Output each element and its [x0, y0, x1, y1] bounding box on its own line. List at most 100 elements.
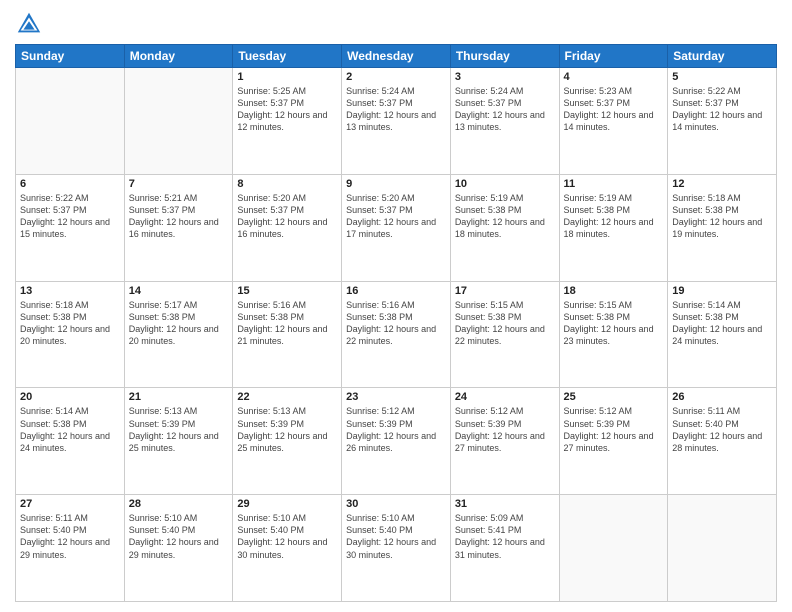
col-sunday: Sunday — [16, 45, 125, 68]
day-cell: 28 Sunrise: 5:10 AMSunset: 5:40 PMDayligh… — [124, 495, 233, 602]
day-cell: 9Sunrise: 5:20 AMSunset: 5:37 PMDaylight… — [342, 174, 451, 281]
day-info: Sunrise: 5:22 AMSunset: 5:37 PMDaylight:… — [20, 192, 120, 241]
day-info: Sunrise: 5:24 AMSunset: 5:37 PMDaylight:… — [346, 85, 446, 134]
day-number: 31 — [455, 498, 555, 510]
day-cell — [16, 68, 125, 175]
col-saturday: Saturday — [668, 45, 777, 68]
day-cell: 13 Sunrise: 5:18 AMSunset: 5:38 PMDayligh… — [16, 281, 125, 388]
day-number: 15 — [237, 285, 337, 297]
col-wednesday: Wednesday — [342, 45, 451, 68]
day-info: Sunrise: 5:14 AMSunset: 5:38 PMDaylight:… — [672, 299, 772, 348]
col-tuesday: Tuesday — [233, 45, 342, 68]
day-info: Sunrise: 5:16 AMSunset: 5:38 PMDaylight:… — [346, 299, 446, 348]
day-cell — [668, 495, 777, 602]
col-thursday: Thursday — [450, 45, 559, 68]
day-cell: 18 Sunrise: 5:15 AMSunset: 5:38 PMDayligh… — [559, 281, 668, 388]
day-cell: 24Sunrise: 5:12 AMSunset: 5:39 PMDayligh… — [450, 388, 559, 495]
day-number: 18 — [564, 285, 664, 297]
day-cell: 1Sunrise: 5:25 AMSunset: 5:37 PMDaylight… — [233, 68, 342, 175]
logo-icon — [15, 10, 43, 38]
day-info: Sunrise: 5:10 AMSunset: 5:40 PMDaylight:… — [129, 512, 229, 561]
day-cell: 21 Sunrise: 5:13 AMSunset: 5:39 PMDayligh… — [124, 388, 233, 495]
page: Sunday Monday Tuesday Wednesday Thursday… — [0, 0, 792, 612]
day-info: Sunrise: 5:15 AMSunset: 5:38 PMDaylight:… — [455, 299, 555, 348]
day-cell: 5Sunrise: 5:22 AMSunset: 5:37 PMDaylight… — [668, 68, 777, 175]
day-number: 16 — [346, 285, 446, 297]
day-number: 4 — [564, 71, 664, 83]
day-cell: 10Sunrise: 5:19 AMSunset: 5:38 PMDayligh… — [450, 174, 559, 281]
day-number: 20 — [20, 391, 120, 403]
day-info: Sunrise: 5:16 AMSunset: 5:38 PMDaylight:… — [237, 299, 337, 348]
week-row-1: 1Sunrise: 5:25 AMSunset: 5:37 PMDaylight… — [16, 68, 777, 175]
day-number: 3 — [455, 71, 555, 83]
day-info: Sunrise: 5:14 AMSunset: 5:38 PMDaylight:… — [20, 405, 120, 454]
col-friday: Friday — [559, 45, 668, 68]
day-cell: 15 Sunrise: 5:16 AMSunset: 5:38 PMDayligh… — [233, 281, 342, 388]
week-row-3: 13 Sunrise: 5:18 AMSunset: 5:38 PMDayligh… — [16, 281, 777, 388]
day-info: Sunrise: 5:20 AMSunset: 5:37 PMDaylight:… — [237, 192, 337, 241]
day-number: 23 — [346, 391, 446, 403]
day-info: Sunrise: 5:12 AMSunset: 5:39 PMDaylight:… — [564, 405, 664, 454]
day-cell: 11 Sunrise: 5:19 AMSunset: 5:38 PMDayligh… — [559, 174, 668, 281]
day-info: Sunrise: 5:15 AMSunset: 5:38 PMDaylight:… — [564, 299, 664, 348]
day-cell: 8 Sunrise: 5:20 AMSunset: 5:37 PMDaylight… — [233, 174, 342, 281]
day-cell: 2Sunrise: 5:24 AMSunset: 5:37 PMDaylight… — [342, 68, 451, 175]
day-info: Sunrise: 5:11 AMSunset: 5:40 PMDaylight:… — [672, 405, 772, 454]
day-number: 7 — [129, 178, 229, 190]
day-cell: 25 Sunrise: 5:12 AMSunset: 5:39 PMDayligh… — [559, 388, 668, 495]
day-cell: 16 Sunrise: 5:16 AMSunset: 5:38 PMDayligh… — [342, 281, 451, 388]
day-cell: 31 Sunrise: 5:09 AMSunset: 5:41 PMDayligh… — [450, 495, 559, 602]
day-info: Sunrise: 5:17 AMSunset: 5:38 PMDaylight:… — [129, 299, 229, 348]
day-cell — [124, 68, 233, 175]
day-number: 5 — [672, 71, 772, 83]
day-cell: 29 Sunrise: 5:10 AMSunset: 5:40 PMDayligh… — [233, 495, 342, 602]
day-number: 22 — [237, 391, 337, 403]
day-info: Sunrise: 5:13 AMSunset: 5:39 PMDaylight:… — [129, 405, 229, 454]
day-cell: 23Sunrise: 5:12 AMSunset: 5:39 PMDayligh… — [342, 388, 451, 495]
day-number: 19 — [672, 285, 772, 297]
week-row-5: 27Sunrise: 5:11 AMSunset: 5:40 PMDayligh… — [16, 495, 777, 602]
day-cell: 30 Sunrise: 5:10 AMSunset: 5:40 PMDayligh… — [342, 495, 451, 602]
day-info: Sunrise: 5:10 AMSunset: 5:40 PMDaylight:… — [346, 512, 446, 561]
day-info: Sunrise: 5:09 AMSunset: 5:41 PMDaylight:… — [455, 512, 555, 561]
day-cell: 7 Sunrise: 5:21 AMSunset: 5:37 PMDaylight… — [124, 174, 233, 281]
calendar-table: Sunday Monday Tuesday Wednesday Thursday… — [15, 44, 777, 602]
day-info: Sunrise: 5:24 AMSunset: 5:37 PMDaylight:… — [455, 85, 555, 134]
day-number: 1 — [237, 71, 337, 83]
day-info: Sunrise: 5:19 AMSunset: 5:38 PMDaylight:… — [455, 192, 555, 241]
day-number: 8 — [237, 178, 337, 190]
day-number: 30 — [346, 498, 446, 510]
logo — [15, 10, 47, 38]
day-info: Sunrise: 5:19 AMSunset: 5:38 PMDaylight:… — [564, 192, 664, 241]
day-info: Sunrise: 5:12 AMSunset: 5:39 PMDaylight:… — [455, 405, 555, 454]
day-number: 9 — [346, 178, 446, 190]
week-row-2: 6Sunrise: 5:22 AMSunset: 5:37 PMDaylight… — [16, 174, 777, 281]
day-cell — [559, 495, 668, 602]
week-row-4: 20 Sunrise: 5:14 AMSunset: 5:38 PMDayligh… — [16, 388, 777, 495]
day-info: Sunrise: 5:10 AMSunset: 5:40 PMDaylight:… — [237, 512, 337, 561]
day-number: 12 — [672, 178, 772, 190]
day-cell: 12Sunrise: 5:18 AMSunset: 5:38 PMDayligh… — [668, 174, 777, 281]
day-number: 17 — [455, 285, 555, 297]
day-info: Sunrise: 5:21 AMSunset: 5:37 PMDaylight:… — [129, 192, 229, 241]
day-cell: 22 Sunrise: 5:13 AMSunset: 5:39 PMDayligh… — [233, 388, 342, 495]
day-number: 13 — [20, 285, 120, 297]
day-number: 21 — [129, 391, 229, 403]
day-cell: 27Sunrise: 5:11 AMSunset: 5:40 PMDayligh… — [16, 495, 125, 602]
day-info: Sunrise: 5:18 AMSunset: 5:38 PMDaylight:… — [20, 299, 120, 348]
calendar-header-row: Sunday Monday Tuesday Wednesday Thursday… — [16, 45, 777, 68]
day-number: 25 — [564, 391, 664, 403]
day-info: Sunrise: 5:11 AMSunset: 5:40 PMDaylight:… — [20, 512, 120, 561]
day-number: 29 — [237, 498, 337, 510]
day-number: 28 — [129, 498, 229, 510]
day-cell: 19 Sunrise: 5:14 AMSunset: 5:38 PMDayligh… — [668, 281, 777, 388]
day-cell: 6Sunrise: 5:22 AMSunset: 5:37 PMDaylight… — [16, 174, 125, 281]
day-cell: 14Sunrise: 5:17 AMSunset: 5:38 PMDayligh… — [124, 281, 233, 388]
day-cell: 26 Sunrise: 5:11 AMSunset: 5:40 PMDayligh… — [668, 388, 777, 495]
day-number: 11 — [564, 178, 664, 190]
day-info: Sunrise: 5:13 AMSunset: 5:39 PMDaylight:… — [237, 405, 337, 454]
day-number: 26 — [672, 391, 772, 403]
day-cell: 4 Sunrise: 5:23 AMSunset: 5:37 PMDaylight… — [559, 68, 668, 175]
day-cell: 3 Sunrise: 5:24 AMSunset: 5:37 PMDaylight… — [450, 68, 559, 175]
day-info: Sunrise: 5:23 AMSunset: 5:37 PMDaylight:… — [564, 85, 664, 134]
